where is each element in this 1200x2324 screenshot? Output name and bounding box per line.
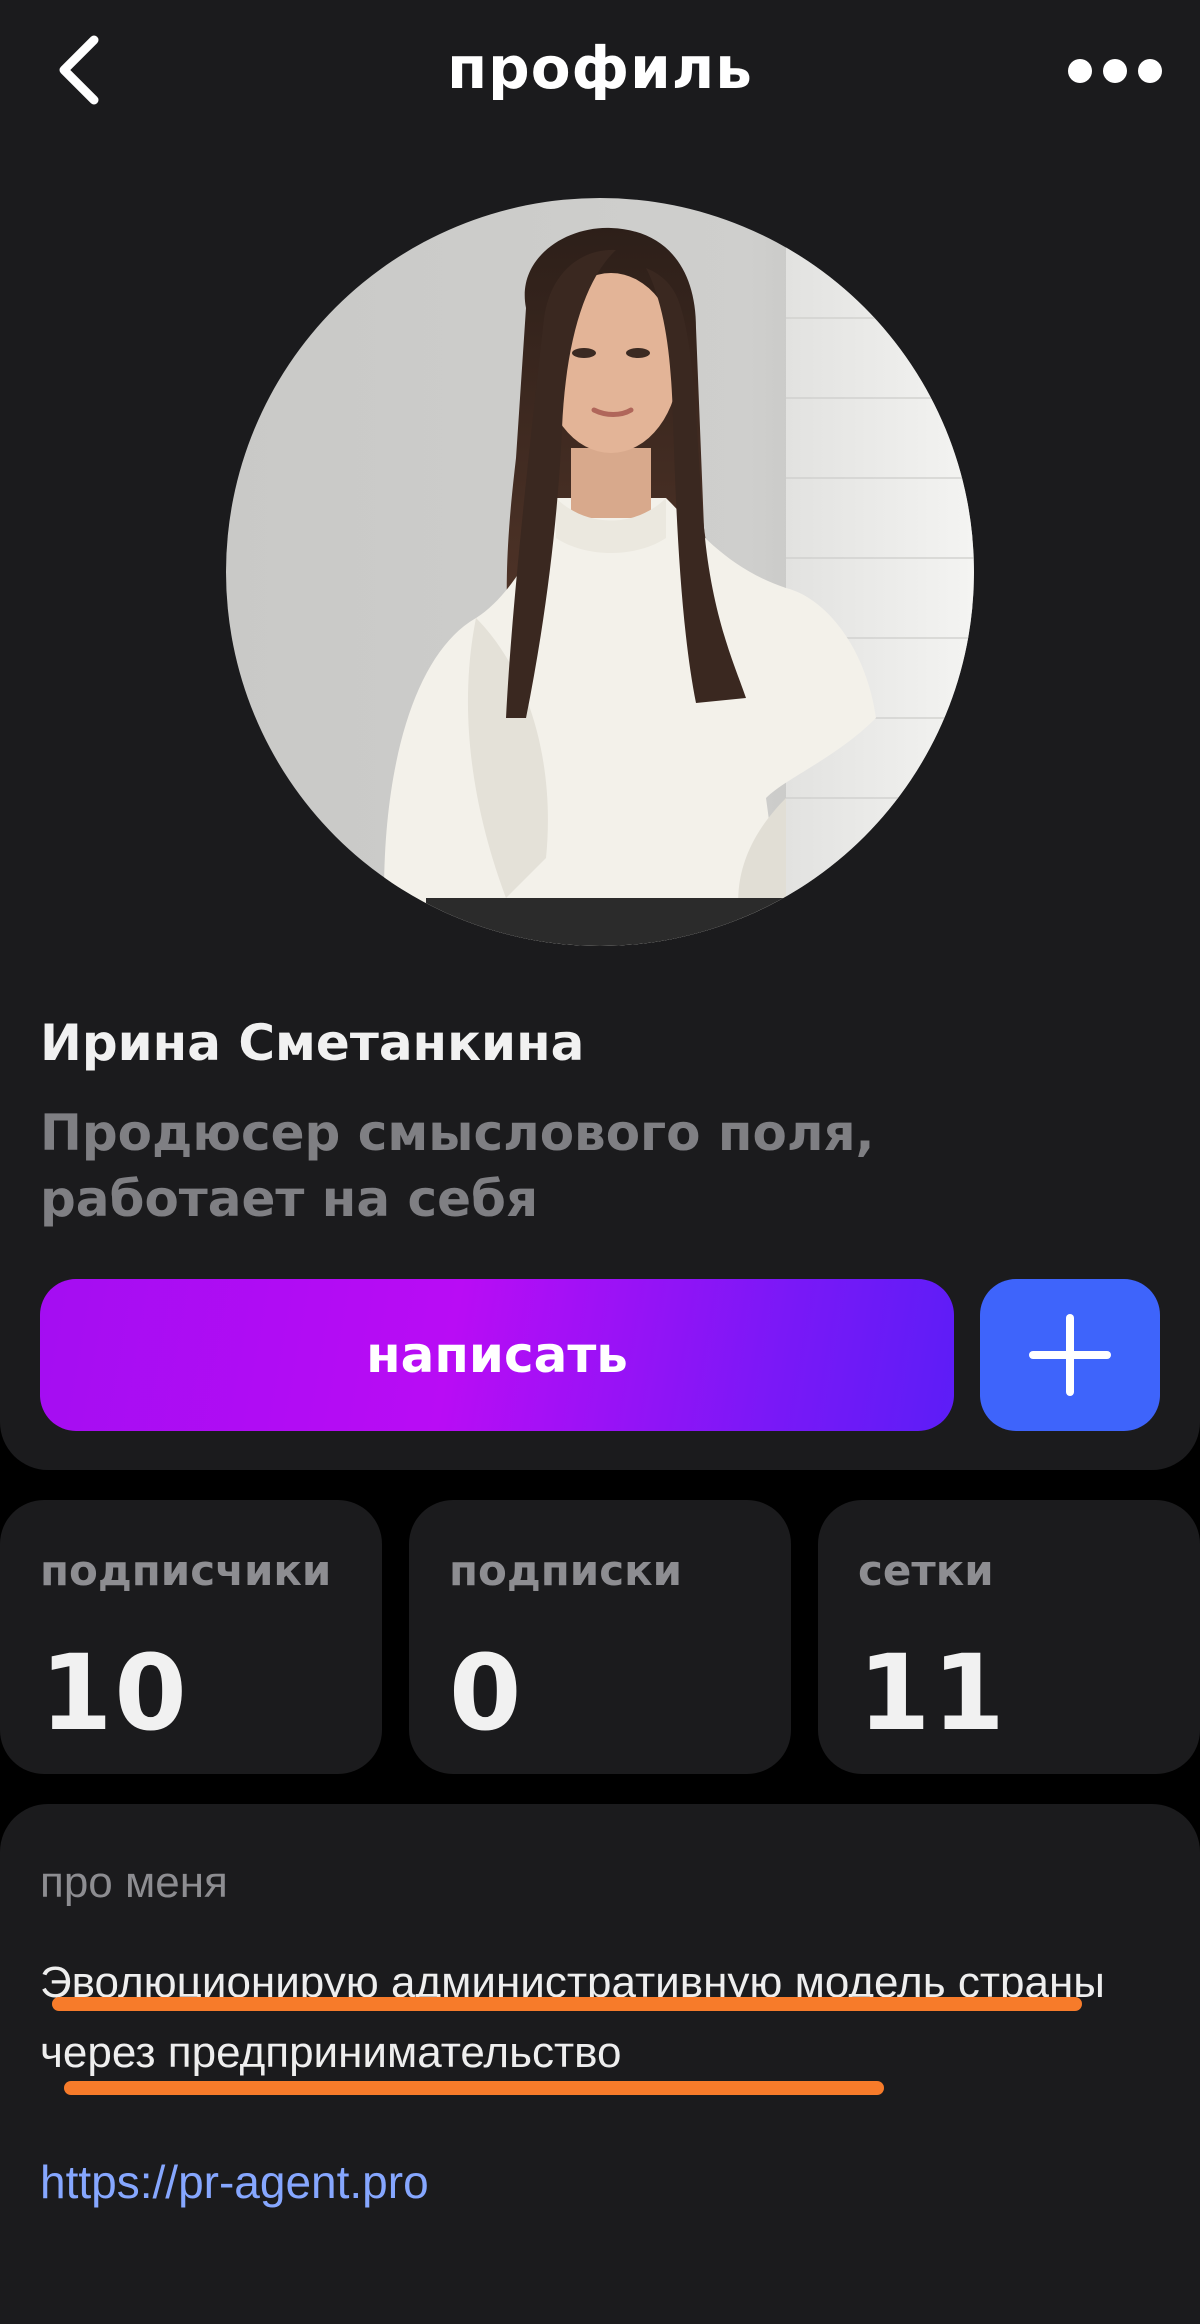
top-bar: профиль [0, 0, 1200, 140]
user-bio: Продюсер смыслового поля, работает на се… [40, 1104, 875, 1228]
stat-value: 11 [858, 1632, 1007, 1754]
avatar[interactable] [226, 198, 974, 946]
about-label: про меня [40, 1858, 228, 1907]
website-link[interactable]: https://pr-agent.pro [40, 2155, 429, 2209]
highlight-underline [52, 1997, 1082, 2011]
page-title: профиль [447, 34, 753, 102]
about-card: про меня Эволюционирую административную … [0, 1804, 1200, 2324]
stat-label: подписчики [40, 1546, 332, 1595]
about-text: Эволюционирую административную модель ст… [40, 1958, 1105, 2077]
write-message-button[interactable]: написать [40, 1279, 954, 1431]
more-horizontal-icon [1068, 59, 1162, 83]
add-button[interactable] [980, 1279, 1160, 1431]
highlight-underline [64, 2081, 884, 2095]
stat-networks[interactable]: сетки 11 [818, 1500, 1200, 1774]
stat-value: 10 [40, 1632, 189, 1754]
profile-card: профиль Ирина Сметанкина Продюсер смысло… [0, 0, 1200, 1470]
stat-label: подписки [449, 1546, 683, 1595]
plus-icon [1029, 1314, 1111, 1396]
stat-value: 0 [449, 1632, 524, 1754]
write-message-label: написать [366, 1326, 628, 1384]
stat-followers[interactable]: подписчики 10 [0, 1500, 382, 1774]
avatar-photo [226, 198, 974, 946]
stat-label: сетки [858, 1546, 994, 1595]
more-options-button[interactable] [1060, 38, 1170, 104]
user-name: Ирина Сметанкина [40, 1014, 585, 1072]
stat-following[interactable]: подписки 0 [409, 1500, 791, 1774]
